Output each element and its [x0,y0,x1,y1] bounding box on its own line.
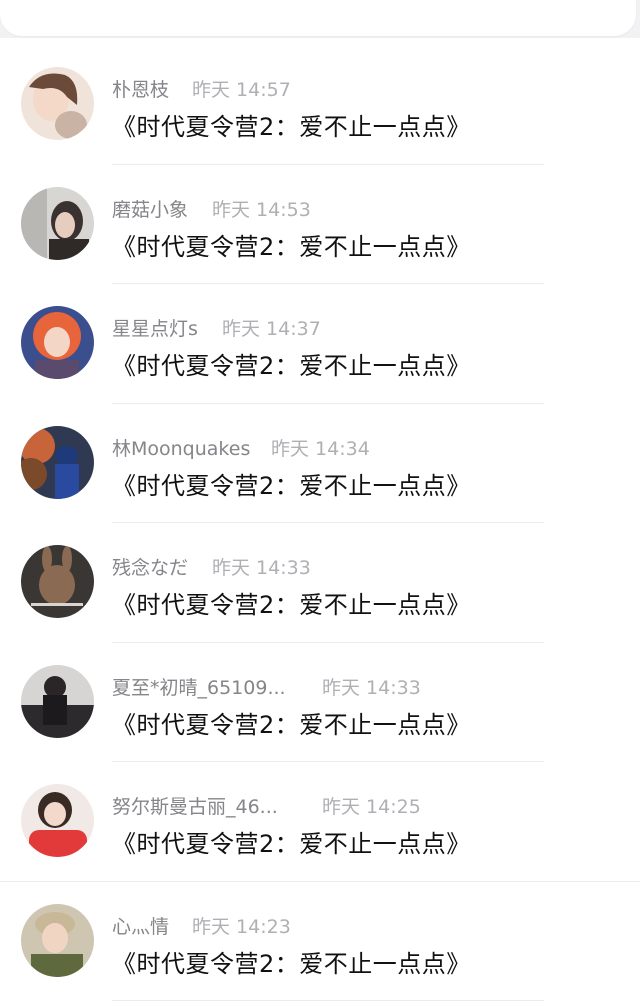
timestamp: 昨天 14:25 [322,796,421,818]
timestamp: 昨天 14:33 [212,557,311,579]
timestamp: 昨天 14:34 [271,437,370,460]
comment-text: 《时代夏令营2：爱不止一点点》 [112,471,471,500]
avatar[interactable] [21,784,94,857]
divider [112,1000,544,1001]
comment-meta: 磨菇小象 昨天 14:53 [112,195,311,221]
comment-text: 《时代夏令营2：爱不止一点点》 [112,113,471,141]
timestamp: 昨天 14:23 [192,915,291,938]
comment-meta: 努尔斯曼古丽_46... 昨天 14:25 [112,792,421,818]
comment-text: 《时代夏令营2：爱不止一点点》 [112,232,471,261]
list-item[interactable]: 磨菇小象 昨天 14:53 《时代夏令营2：爱不止一点点》 [0,165,640,284]
list-item[interactable]: 心灬情 昨天 14:23 《时代夏令营2：爱不止一点点》 [0,882,640,1001]
username[interactable]: 林Moonquakes [112,438,250,460]
timestamp: 昨天 14:57 [192,79,291,101]
avatar[interactable] [21,425,94,499]
list-item[interactable]: 朴恩枝 昨天 14:57 《时代夏令营2：爱不止一点点》 [0,45,640,165]
username[interactable]: 夏至*初晴_65109... [112,677,286,699]
comment-text: 《时代夏令营2：爱不止一点点》 [112,949,471,978]
list-item[interactable]: 夏至*初晴_65109... 昨天 14:33 《时代夏令营2：爱不止一点点》 [0,643,640,762]
comment-text: 《时代夏令营2：爱不止一点点》 [112,591,471,619]
list-item[interactable]: 星星点灯s 昨天 14:37 《时代夏令营2：爱不止一点点》 [0,284,640,404]
top-bar [0,0,640,38]
top-bar-panel [0,0,636,36]
comment-list-page: 朴恩枝 昨天 14:57 《时代夏令营2：爱不止一点点》 磨菇小象 昨天 14:… [0,0,640,1006]
timestamp: 昨天 14:53 [212,198,311,221]
avatar[interactable] [21,306,94,379]
comment-meta: 星星点灯s 昨天 14:37 [112,314,321,340]
comment-meta: 残念なだ 昨天 14:33 [112,553,311,579]
comment-meta: 林Moonquakes 昨天 14:34 [112,434,370,460]
avatar[interactable] [21,186,94,260]
list-item[interactable]: 林Moonquakes 昨天 14:34 《时代夏令营2：爱不止一点点》 [0,404,640,523]
comment-meta: 朴恩枝 昨天 14:57 [112,75,291,101]
avatar[interactable] [21,545,94,618]
comment-text: 《时代夏令营2：爱不止一点点》 [112,352,471,380]
avatar[interactable] [21,903,94,977]
username[interactable]: 磨菇小象 [112,199,188,221]
username[interactable]: 心灬情 [112,916,169,938]
comment-text: 《时代夏令营2：爱不止一点点》 [112,710,471,739]
list-item[interactable]: 残念なだ 昨天 14:33 《时代夏令营2：爱不止一点点》 [0,523,640,643]
timestamp: 昨天 14:37 [222,318,321,340]
avatar[interactable] [21,67,94,140]
comment-text: 《时代夏令营2：爱不止一点点》 [112,830,471,858]
username[interactable]: 努尔斯曼古丽_46... [112,796,278,818]
username[interactable]: 朴恩枝 [112,79,169,101]
comment-meta: 心灬情 昨天 14:23 [112,912,291,938]
avatar[interactable] [21,664,94,738]
username[interactable]: 残念なだ [112,557,188,579]
list-item[interactable]: 努尔斯曼古丽_46... 昨天 14:25 《时代夏令营2：爱不止一点点》 [0,762,640,882]
username[interactable]: 星星点灯s [112,318,198,340]
timestamp: 昨天 14:33 [322,676,421,699]
comment-list: 朴恩枝 昨天 14:57 《时代夏令营2：爱不止一点点》 磨菇小象 昨天 14:… [0,45,640,1001]
comment-meta: 夏至*初晴_65109... 昨天 14:33 [112,673,421,699]
